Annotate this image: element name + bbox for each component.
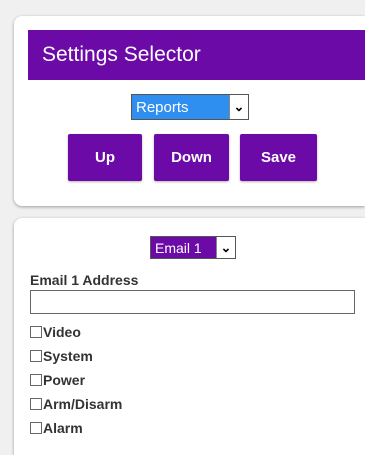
- email-select-value: Email 1: [151, 237, 216, 258]
- save-button[interactable]: Save: [240, 134, 317, 181]
- power-label: Power: [43, 372, 86, 388]
- email-address-label: Email 1 Address: [30, 272, 139, 288]
- video-label: Video: [43, 324, 81, 340]
- checkbox-row-arm-disarm[interactable]: Arm/Disarm: [30, 392, 122, 416]
- checkbox-row-alarm[interactable]: Alarm: [30, 416, 122, 440]
- email-address-input[interactable]: [30, 290, 355, 314]
- notification-checkbox-list: Video System Power Arm/Disarm Alarm: [30, 320, 122, 440]
- email-select[interactable]: Email 1 ⌄: [150, 236, 236, 259]
- down-button[interactable]: Down: [154, 134, 229, 181]
- settings-selector-title: Settings Selector: [28, 30, 365, 80]
- arm-disarm-checkbox[interactable]: [30, 398, 42, 410]
- report-type-select[interactable]: Reports ⌄: [131, 94, 249, 120]
- alarm-checkbox[interactable]: [30, 422, 42, 434]
- checkbox-row-power[interactable]: Power: [30, 368, 122, 392]
- system-label: System: [43, 348, 93, 364]
- checkbox-row-video[interactable]: Video: [30, 320, 122, 344]
- chevron-down-icon[interactable]: ⌄: [229, 95, 248, 119]
- up-button[interactable]: Up: [68, 134, 142, 181]
- checkbox-row-system[interactable]: System: [30, 344, 122, 368]
- report-type-value: Reports: [132, 95, 229, 119]
- power-checkbox[interactable]: [30, 374, 42, 386]
- chevron-down-icon[interactable]: ⌄: [216, 237, 235, 258]
- settings-selector-panel: Settings Selector Reports ⌄ Up Down Save: [14, 16, 365, 206]
- alarm-label: Alarm: [43, 420, 83, 436]
- system-checkbox[interactable]: [30, 350, 42, 362]
- email-settings-panel: Email 1 ⌄ Email 1 Address Video System P…: [14, 218, 365, 455]
- arm-disarm-label: Arm/Disarm: [43, 396, 123, 412]
- video-checkbox[interactable]: [30, 326, 42, 338]
